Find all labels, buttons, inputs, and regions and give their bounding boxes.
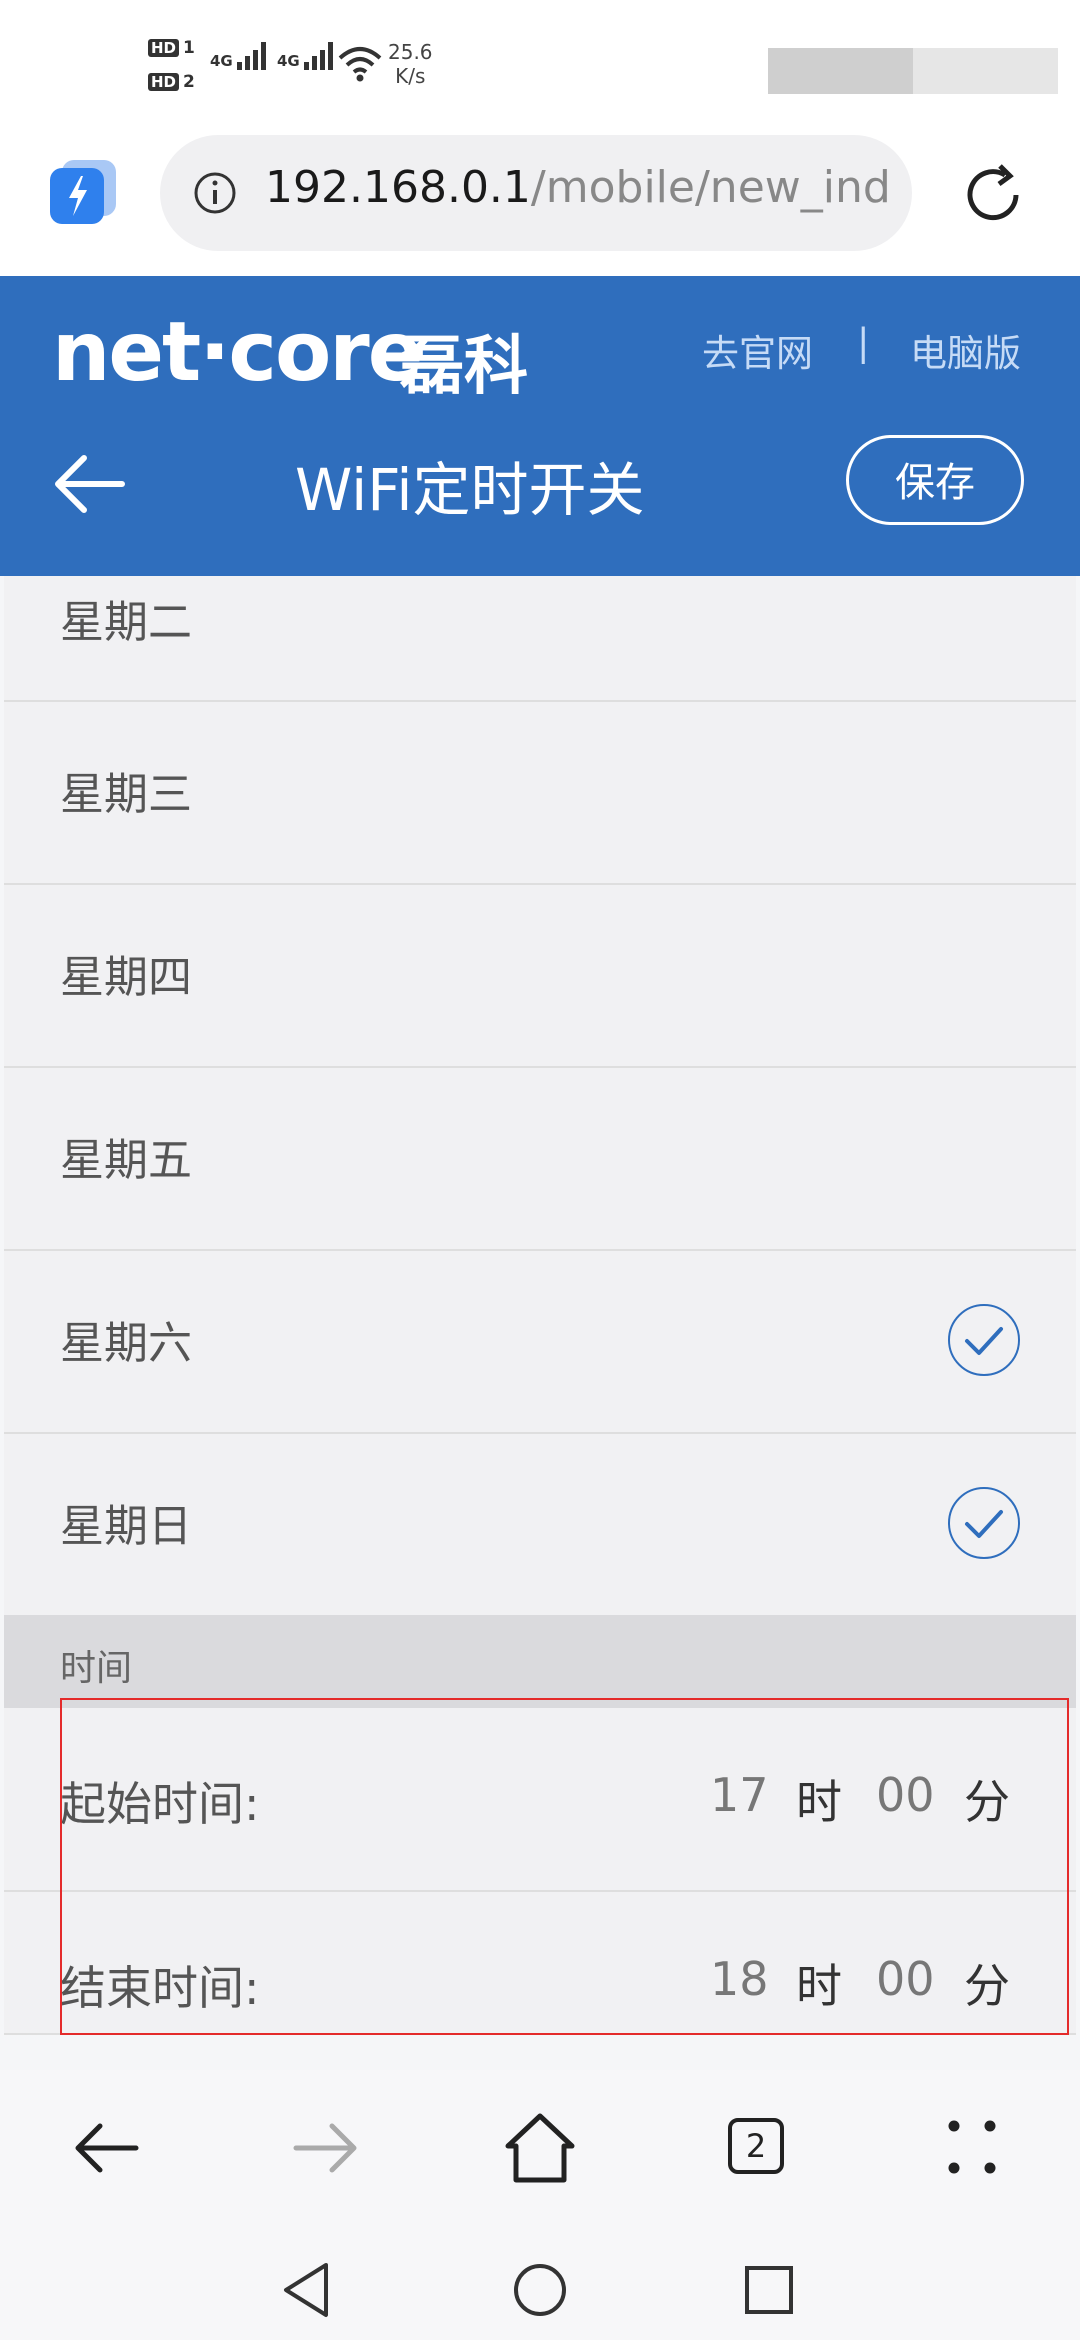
day-row-wednesday[interactable]: 星期三 xyxy=(4,702,1076,885)
save-button[interactable]: 保存 xyxy=(846,435,1024,525)
system-recents-icon[interactable] xyxy=(724,2245,814,2335)
hd-indicator-1: HD 1 xyxy=(148,38,195,58)
info-icon[interactable] xyxy=(192,170,238,216)
checkmark-icon[interactable] xyxy=(948,1304,1020,1376)
brand-logo: net·core xyxy=(52,305,423,400)
blurred-status-area xyxy=(913,48,1058,94)
lightning-icon[interactable] xyxy=(48,158,122,228)
browser-forward-icon[interactable] xyxy=(264,2098,384,2198)
day-label: 星期日 xyxy=(60,1501,192,1552)
day-label: 星期五 xyxy=(60,1135,192,1186)
reload-icon[interactable] xyxy=(958,160,1028,230)
tab-count-button[interactable]: 2 xyxy=(728,2118,784,2174)
time-section-header: 时间 xyxy=(4,1615,1076,1708)
desktop-version-link[interactable]: 电脑版 xyxy=(910,323,1021,377)
header-separator: | xyxy=(857,321,870,364)
day-row-tuesday[interactable]: 星期二 xyxy=(4,576,1076,702)
day-label: 星期四 xyxy=(60,952,192,1003)
menu-dots-icon[interactable] xyxy=(912,2098,1032,2198)
page-title: WiFi定时开关 xyxy=(295,456,645,524)
signal-bars-icon xyxy=(303,42,333,70)
official-site-link[interactable]: 去官网 xyxy=(702,323,813,377)
home-icon[interactable] xyxy=(480,2098,600,2198)
wifi-icon xyxy=(338,47,382,82)
blurred-status-area xyxy=(768,48,913,94)
url-text[interactable]: 192.168.0.1/mobile/new_inde xyxy=(265,162,890,213)
url-host: 192.168.0.1 xyxy=(265,162,531,213)
section-title: 时间 xyxy=(60,1648,133,1689)
back-arrow-icon[interactable] xyxy=(52,452,126,516)
network-type-label: 4G xyxy=(277,52,300,70)
system-home-icon[interactable] xyxy=(495,2245,585,2335)
day-row-sunday[interactable]: 星期日 xyxy=(4,1434,1076,1617)
browser-back-icon[interactable] xyxy=(48,2098,168,2198)
network-type-label: 4G xyxy=(210,52,233,70)
signal-bars-icon xyxy=(236,42,266,70)
signal-2: 4G xyxy=(277,42,333,70)
day-row-saturday[interactable]: 星期六 xyxy=(4,1251,1076,1434)
network-speed: 25.6 K/s xyxy=(388,40,433,88)
hd-indicator-2: HD 2 xyxy=(148,72,195,92)
day-label: 星期三 xyxy=(60,769,192,820)
day-row-thursday[interactable]: 星期四 xyxy=(4,885,1076,1068)
system-back-icon[interactable] xyxy=(264,2245,354,2335)
day-row-friday[interactable]: 星期五 xyxy=(4,1068,1076,1251)
signal-1: 4G xyxy=(210,42,266,70)
highlight-annotation xyxy=(60,1698,1069,2035)
day-label: 星期六 xyxy=(60,1318,192,1369)
day-label: 星期二 xyxy=(60,597,192,648)
checkmark-icon[interactable] xyxy=(948,1487,1020,1559)
brand-logo-cn: 磊科 xyxy=(400,330,528,404)
url-path: /mobile/new_inde xyxy=(530,162,890,213)
